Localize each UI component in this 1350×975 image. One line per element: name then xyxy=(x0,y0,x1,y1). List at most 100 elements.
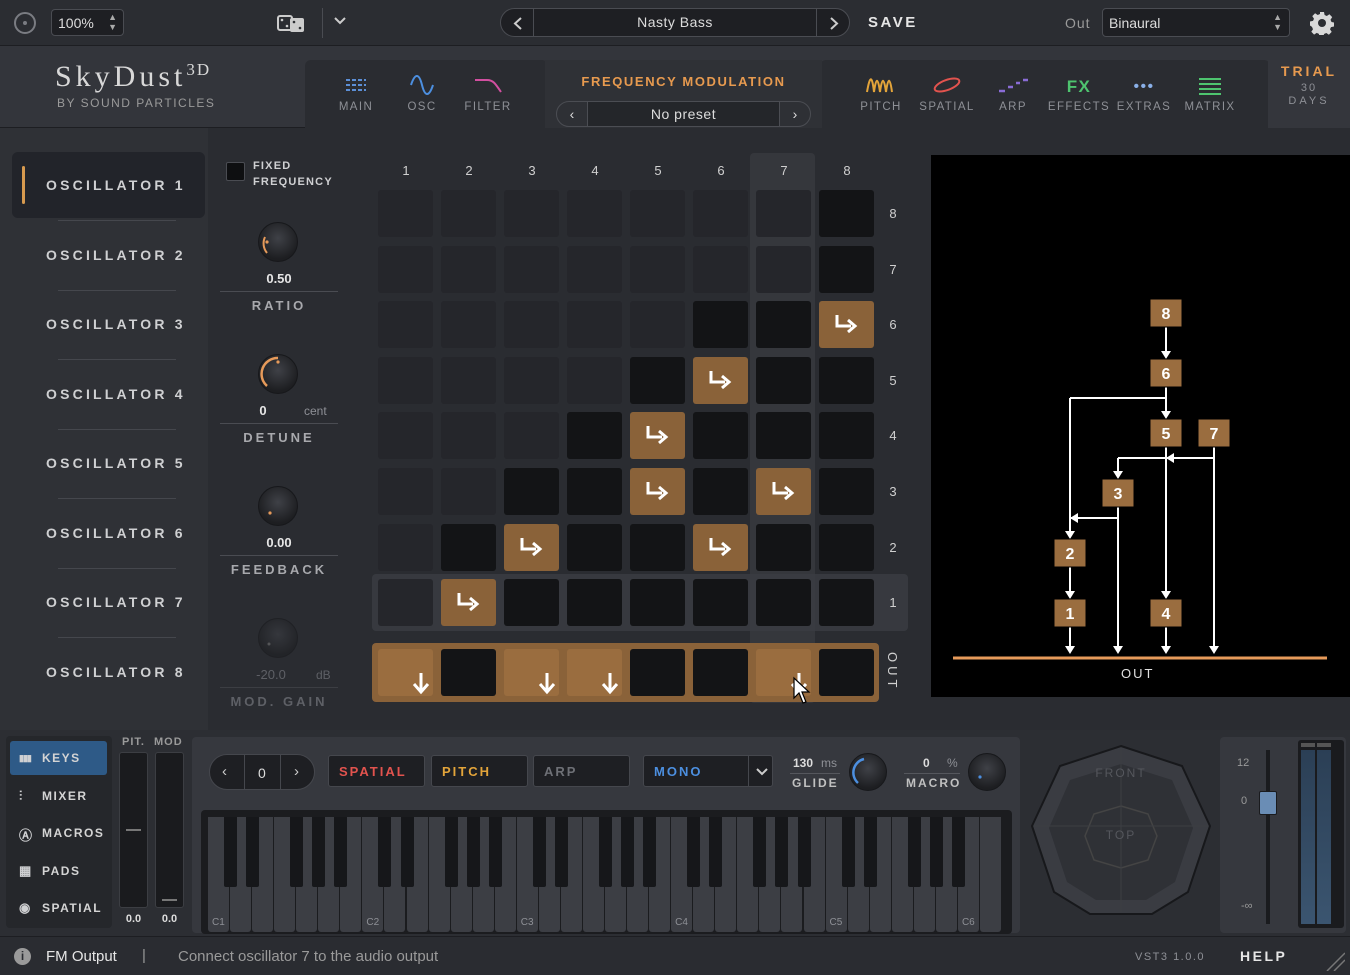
graph-node-6[interactable]: 6 xyxy=(1149,358,1183,388)
oscillator-item-5[interactable]: OSCILLATOR 5 xyxy=(12,430,205,496)
matrix-cell-6-5[interactable] xyxy=(693,356,748,404)
save-button[interactable]: SAVE xyxy=(868,14,918,31)
matrix-cell-4-2[interactable] xyxy=(567,523,622,571)
white-key[interactable] xyxy=(979,817,1001,932)
tab-osc[interactable]: OSC xyxy=(390,75,454,113)
octave-up-button[interactable]: › xyxy=(294,763,299,780)
black-key[interactable] xyxy=(290,817,304,887)
bottom-nav-keys[interactable]: ▮▮▮ KEYS xyxy=(10,741,107,775)
oscillator-item-6[interactable]: OSCILLATOR 6 xyxy=(12,500,205,566)
black-key[interactable] xyxy=(466,817,480,887)
matrix-cell-2-1[interactable] xyxy=(441,579,496,627)
bottom-nav-macros[interactable]: Ⓐ MACROS xyxy=(10,816,107,850)
pitch-wheel[interactable] xyxy=(119,752,148,908)
black-key[interactable] xyxy=(312,817,326,887)
matrix-cell-1-3[interactable] xyxy=(378,468,433,515)
matrix-cell-2-8[interactable] xyxy=(441,190,496,237)
matrix-cell-2-7[interactable] xyxy=(441,245,496,293)
output-cell-4[interactable] xyxy=(567,649,622,696)
matrix-cell-3-2[interactable] xyxy=(504,523,559,571)
matrix-cell-7-5[interactable] xyxy=(756,356,811,404)
feedback-knob[interactable] xyxy=(258,486,298,526)
black-key[interactable] xyxy=(621,817,635,887)
matrix-cell-2-6[interactable] xyxy=(441,301,496,349)
black-key[interactable] xyxy=(532,817,546,887)
matrix-cell-8-6[interactable] xyxy=(819,301,874,349)
oscillator-item-2[interactable]: OSCILLATOR 2 xyxy=(12,222,205,288)
matrix-cell-3-5[interactable] xyxy=(504,356,559,404)
output-cell-1[interactable] xyxy=(378,649,433,696)
output-cell-6[interactable] xyxy=(693,649,748,696)
matrix-cell-1-1[interactable] xyxy=(378,579,433,627)
output-cell-8[interactable] xyxy=(819,649,874,696)
ratio-knob[interactable] xyxy=(258,222,298,262)
black-key[interactable] xyxy=(775,817,789,887)
graph-node-1[interactable]: 1 xyxy=(1053,598,1087,628)
black-key[interactable] xyxy=(444,817,458,887)
mod-wheel[interactable] xyxy=(155,752,184,908)
matrix-cell-1-6[interactable] xyxy=(378,301,433,349)
matrix-cell-7-8[interactable] xyxy=(756,190,811,237)
matrix-cell-2-5[interactable] xyxy=(441,356,496,404)
matrix-cell-4-6[interactable] xyxy=(567,301,622,349)
volume-fader-handle[interactable] xyxy=(1259,791,1277,815)
black-key[interactable] xyxy=(753,817,767,887)
black-key[interactable] xyxy=(400,817,414,887)
matrix-cell-4-1[interactable] xyxy=(567,579,622,627)
matrix-cell-1-8[interactable] xyxy=(378,190,433,237)
preset-name-display[interactable]: Nasty Bass xyxy=(534,8,816,37)
settings-gear-icon[interactable] xyxy=(1310,11,1334,37)
output-select[interactable]: Binaural ▲ ▼ xyxy=(1102,8,1290,37)
black-key[interactable] xyxy=(709,817,723,887)
matrix-cell-7-4[interactable] xyxy=(756,412,811,460)
black-key[interactable] xyxy=(334,817,348,887)
matrix-cell-1-4[interactable] xyxy=(378,412,433,460)
matrix-cell-6-2[interactable] xyxy=(693,523,748,571)
matrix-cell-3-6[interactable] xyxy=(504,301,559,349)
graph-node-5[interactable]: 5 xyxy=(1149,418,1183,448)
zoom-select[interactable]: 100% ▲ ▼ xyxy=(51,9,124,36)
tab-main[interactable]: MAIN xyxy=(324,75,388,113)
black-key[interactable] xyxy=(378,817,392,887)
matrix-cell-8-2[interactable] xyxy=(819,523,874,571)
fm-preset-prev-button[interactable]: ‹ xyxy=(556,101,588,127)
black-key[interactable] xyxy=(951,817,965,887)
resize-grip-icon[interactable] xyxy=(1325,951,1345,971)
matrix-cell-5-2[interactable] xyxy=(630,523,685,571)
oscillator-item-4[interactable]: OSCILLATOR 4 xyxy=(12,361,205,427)
preset-prev-button[interactable] xyxy=(500,8,534,37)
black-key[interactable] xyxy=(643,817,657,887)
matrix-cell-2-3[interactable] xyxy=(441,468,496,515)
tab-arp[interactable]: ARP xyxy=(981,75,1045,113)
matrix-cell-4-3[interactable] xyxy=(567,468,622,515)
tab-extras[interactable]: ••• EXTRAS xyxy=(1112,75,1176,113)
info-icon[interactable]: i xyxy=(14,948,31,965)
graph-node-4[interactable]: 4 xyxy=(1149,598,1183,628)
graph-node-8[interactable]: 8 xyxy=(1149,298,1183,328)
oscillator-item-8[interactable]: OSCILLATOR 8 xyxy=(12,639,205,705)
fm-preset-name[interactable]: No preset xyxy=(588,101,779,127)
fixed-frequency-checkbox[interactable] xyxy=(226,162,245,181)
tab-filter[interactable]: FILTER xyxy=(456,75,520,113)
matrix-cell-3-7[interactable] xyxy=(504,245,559,293)
voice-mode-select[interactable]: MONO xyxy=(643,755,773,787)
matrix-cell-3-8[interactable] xyxy=(504,190,559,237)
matrix-cell-5-8[interactable] xyxy=(630,190,685,237)
matrix-cell-5-1[interactable] xyxy=(630,579,685,627)
matrix-cell-7-1[interactable] xyxy=(756,579,811,627)
matrix-cell-8-4[interactable] xyxy=(819,412,874,460)
matrix-cell-5-5[interactable] xyxy=(630,356,685,404)
glide-knob[interactable] xyxy=(849,753,887,791)
matrix-cell-7-6[interactable] xyxy=(756,301,811,349)
bottom-nav-spatial[interactable]: ◉ SPATIAL xyxy=(10,891,107,925)
trial-badge[interactable]: TRIAL 30 DAYS xyxy=(1268,60,1350,128)
matrix-cell-5-3[interactable] xyxy=(630,468,685,515)
octave-down-button[interactable]: ‹ xyxy=(222,763,227,780)
black-key[interactable] xyxy=(554,817,568,887)
matrix-cell-2-4[interactable] xyxy=(441,412,496,460)
matrix-cell-4-7[interactable] xyxy=(567,245,622,293)
matrix-cell-4-8[interactable] xyxy=(567,190,622,237)
matrix-cell-3-3[interactable] xyxy=(504,468,559,515)
bottom-nav-mixer[interactable]: ⫶ MIXER xyxy=(10,779,107,813)
black-key[interactable] xyxy=(224,817,238,887)
